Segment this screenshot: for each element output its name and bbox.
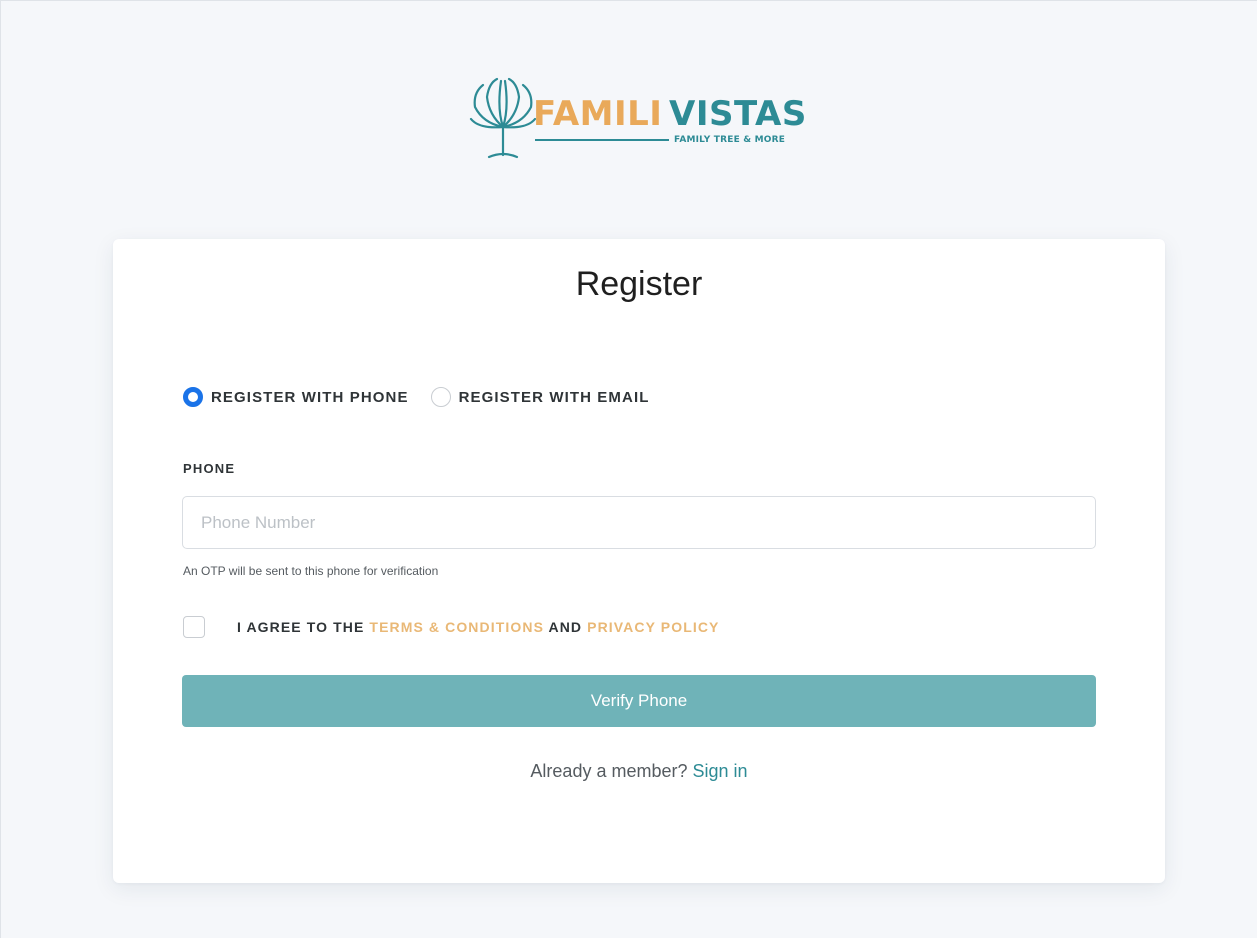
phone-number-input[interactable] [182, 496, 1096, 549]
brand-tagline: FAMILY TREE & MORE [674, 135, 786, 145]
register-with-email-option[interactable]: REGISTER WITH EMAIL [430, 387, 650, 407]
agreement-conjunction: AND [548, 619, 583, 635]
terms-conditions-link[interactable]: TERMS & CONDITIONS [369, 619, 544, 635]
register-with-phone-label: REGISTER WITH PHONE [211, 388, 409, 406]
page-title: Register [575, 265, 703, 303]
phone-field-label: PHONE [183, 461, 236, 476]
register-with-phone-option[interactable]: REGISTER WITH PHONE [183, 387, 409, 407]
agreement-row: I AGREE TO THE TERMS & CONDITIONS AND PR… [183, 616, 720, 638]
privacy-policy-link[interactable]: PRIVACY POLICY [587, 619, 719, 635]
agree-terms-checkbox[interactable] [183, 616, 205, 638]
register-with-email-label: REGISTER WITH EMAIL [458, 388, 650, 406]
agreement-text: I AGREE TO THE TERMS & CONDITIONS AND PR… [237, 619, 720, 635]
phone-help-text: An OTP will be sent to this phone for ve… [183, 564, 439, 578]
phone-radio-button[interactable] [183, 387, 203, 407]
signin-row: Already a member? Sign in [113, 761, 1165, 782]
brand-name-part1: FAMILI [533, 94, 663, 134]
agreement-prefix: I AGREE TO THE [237, 619, 365, 635]
registration-method-group: REGISTER WITH PHONE REGISTER WITH EMAIL [183, 387, 671, 407]
brand-logo: FAMILI VISTAS FAMILY TREE & MORE [467, 75, 817, 161]
email-radio-button[interactable] [430, 387, 451, 407]
logo-underline [535, 139, 669, 141]
signin-prompt: Already a member? [530, 761, 688, 781]
sign-in-link[interactable]: Sign in [693, 761, 748, 781]
register-page: FAMILI VISTAS FAMILY TREE & MORE Registe… [0, 0, 1257, 938]
verify-phone-button[interactable]: Verify Phone [182, 675, 1096, 727]
register-card: Register REGISTER WITH PHONE REGISTER WI… [113, 239, 1165, 883]
brand-name-part2: VISTAS [669, 94, 807, 134]
tree-logo-icon [469, 77, 537, 159]
